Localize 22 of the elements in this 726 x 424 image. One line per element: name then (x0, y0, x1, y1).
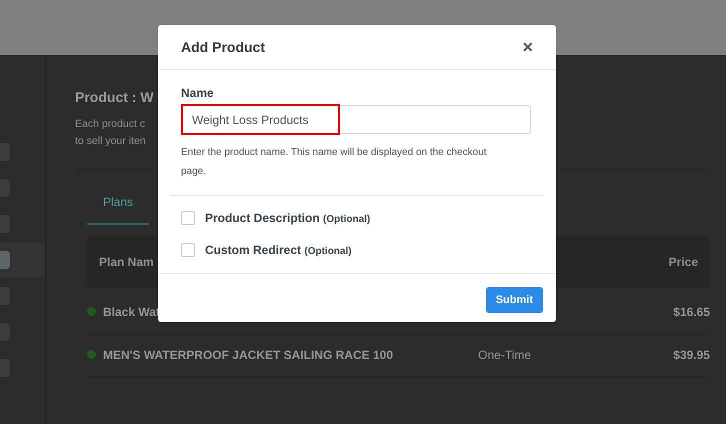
page-title: Product : W (75, 88, 154, 107)
checkbox[interactable] (181, 243, 195, 257)
description-text: to sell your iten (75, 134, 146, 149)
option-label: Product Description (Optional) (205, 210, 370, 227)
plan-price: $39.95 (673, 347, 710, 364)
close-button[interactable]: × (522, 38, 533, 56)
plan-price: $16.65 (673, 304, 710, 321)
column-header: Plan Nam (99, 254, 154, 271)
option-label: Custom Redirect (Optional) (205, 242, 352, 259)
plan-type: One-Time (478, 348, 532, 362)
plan-name: MEN'S WATERPROOF JACKET SAILING RACE 100 (103, 347, 393, 364)
field-label: Name (181, 85, 214, 102)
help-text: Enter the product name. This name will be displayed on the checkout page. (181, 146, 488, 179)
submit-button[interactable]: Submit (486, 287, 543, 313)
dialog-title: Add Product (181, 38, 265, 56)
input-value: Weight Loss Products (181, 104, 340, 135)
description-text: Each product c (75, 117, 146, 132)
sidebar-badge[interactable] (0, 251, 10, 269)
checkbox[interactable] (181, 211, 195, 225)
plans-tab[interactable]: Plans (87, 193, 150, 225)
input-field[interactable]: Weight Loss Products (181, 105, 531, 134)
column-header: Price (668, 254, 698, 271)
